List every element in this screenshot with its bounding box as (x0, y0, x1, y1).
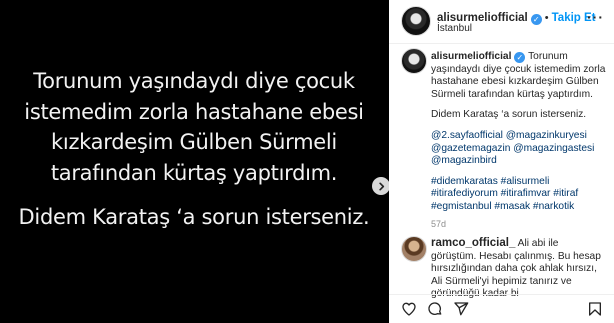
verified-badge-icon: ✓ (530, 14, 542, 25)
caption-second-paragraph: Didem Karataş ‘a sorun isterseniz. (431, 109, 587, 121)
caption-avatar[interactable] (401, 48, 427, 74)
header-location[interactable]: İstanbul (437, 23, 472, 34)
post-image-text: Torunum yaşındaydı diye çocuk istemedim … (14, 66, 374, 233)
author-avatar[interactable] (401, 6, 431, 36)
next-slide-button[interactable] (372, 177, 390, 195)
commenter-avatar[interactable] (401, 236, 427, 262)
post-image-line-2: Didem Karataş ‘a sorun isterseniz. (18, 205, 370, 229)
more-options-icon[interactable]: ··· (587, 9, 604, 25)
caption-first-paragraph: alisurmeliofficial ✓ Torunum yaşındaydı d… (431, 51, 609, 101)
share-icon[interactable] (453, 301, 469, 317)
post-image: Torunum yaşındaydı diye çocuk istemedim … (0, 0, 389, 323)
heart-icon[interactable] (401, 301, 417, 317)
post-caption: alisurmeliofficial ✓ Torunum yaşındaydı d… (431, 51, 609, 230)
comment-icon[interactable] (427, 301, 443, 317)
verified-badge-icon: ✓ (514, 52, 526, 63)
caption-mentions[interactable]: @2.sayfaofficial @magazinkuryesi @gazete… (431, 130, 609, 168)
action-bar (389, 294, 614, 323)
post-header: alisurmeliofficial ✓ • Takip Et İstanbul ··… (389, 0, 614, 44)
separator-dot: • (544, 12, 549, 24)
chevron-right-icon (378, 182, 384, 190)
caption-username[interactable]: alisurmeliofficial (431, 51, 511, 62)
comment-username[interactable]: ramco_official_ (431, 237, 515, 249)
post-sidebar: alisurmeliofficial ✓ • Takip Et İstanbul ··… (389, 0, 614, 323)
post-image-line-1: Torunum yaşındaydı diye çocuk istemedim … (24, 69, 364, 185)
comment-item: ramco_official_ Ali abi ile görüştüm. He… (431, 237, 603, 301)
caption-hashtags[interactable]: #didemkaratas #alisurmeli #itirafediyoru… (431, 176, 609, 214)
bookmark-icon[interactable] (587, 301, 603, 317)
post-age: 57d (431, 218, 447, 229)
